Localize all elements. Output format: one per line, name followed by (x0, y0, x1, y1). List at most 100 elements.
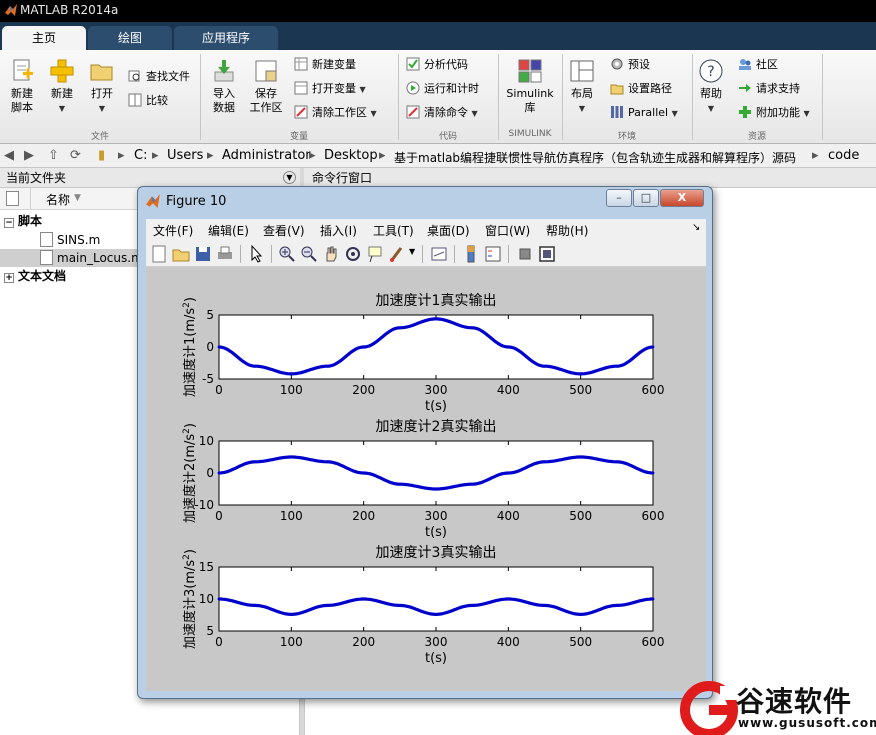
collapse-icon[interactable]: − (4, 218, 14, 228)
pointer-icon[interactable] (246, 244, 266, 264)
data-point (217, 471, 221, 475)
data-point (615, 604, 619, 607)
simulink-library-label: Simulink 库 (506, 87, 554, 114)
file-item-selected[interactable]: main_Locus.m (0, 249, 143, 267)
x-tick-label: 300 (425, 383, 448, 397)
tab-home[interactable]: 主页 (2, 26, 86, 50)
simulink-library-button[interactable]: Simulink 库 (504, 58, 556, 115)
panel-menu-icon[interactable]: ▼ (283, 171, 296, 184)
maximize-button[interactable]: □ (633, 189, 659, 207)
brush-dropdown-icon[interactable]: ▼ (409, 247, 415, 256)
show-plot-tools-icon[interactable] (537, 244, 557, 264)
open-button[interactable]: 打开 ▼ (84, 58, 120, 116)
help-icon: ? (699, 59, 723, 83)
new-button[interactable]: 新建 ▼ (44, 58, 80, 116)
figure-canvas[interactable]: 加速度计1真实输出 0 100 200 300 400 500 600 -5 0 5 t(s) 加速度计… (146, 267, 706, 691)
set-path-button[interactable]: 设置路径 (610, 80, 672, 98)
breadcrumb-item[interactable]: Administrator (222, 148, 311, 163)
save-icon[interactable] (193, 244, 213, 264)
pan-hand-icon[interactable] (321, 244, 341, 264)
data-point (651, 345, 655, 349)
zoom-in-icon[interactable] (277, 244, 297, 264)
help-label: 帮助 (700, 87, 722, 100)
toolbar-separator (454, 245, 455, 263)
menu-help[interactable]: 帮助(H) (546, 222, 588, 239)
file-item[interactable]: SINS.m (40, 231, 140, 249)
zoom-out-icon[interactable] (299, 244, 319, 264)
find-files-button[interactable]: 查找文件 (128, 68, 190, 86)
new-figure-icon[interactable] (149, 244, 169, 264)
breadcrumb-item[interactable]: Desktop (324, 148, 378, 163)
select-all-checkbox[interactable] (6, 191, 19, 206)
breadcrumb-item[interactable]: Users (167, 148, 203, 163)
forward-arrow-icon[interactable]: ▶ (24, 148, 34, 163)
layout-button[interactable]: 布局 ▼ (566, 58, 598, 116)
minimize-button[interactable]: – (606, 189, 632, 207)
menu-insert[interactable]: 插入(I) (320, 222, 357, 239)
menu-tools[interactable]: 工具(T) (373, 222, 414, 239)
rotate-3d-icon[interactable] (343, 244, 363, 264)
layout-label: 布局 (571, 87, 593, 100)
menu-desktop[interactable]: 桌面(D) (427, 222, 470, 239)
y-tick-label: 0 (206, 340, 214, 354)
close-button[interactable]: X (660, 189, 704, 207)
run-and-time-button[interactable]: 运行和计时 (406, 80, 479, 98)
menu-edit[interactable]: 编辑(E) (208, 222, 249, 239)
clear-workspace-button[interactable]: 清除工作区 ▼ (294, 104, 377, 122)
name-column-header[interactable]: 名称 (46, 191, 70, 208)
menu-view[interactable]: 查看(V) (263, 222, 305, 239)
add-ons-label: 附加功能 (756, 106, 800, 119)
menu-overflow-icon[interactable]: ↘ (692, 222, 700, 233)
ribbon-separator (562, 54, 563, 140)
new-script-button[interactable]: 新建 脚本 (4, 58, 40, 115)
analyze-code-button[interactable]: 分析代码 (406, 56, 468, 74)
expand-icon[interactable]: + (4, 273, 14, 283)
x-tick-label: 500 (569, 509, 592, 523)
data-point (506, 345, 510, 349)
hide-plot-tools-icon[interactable] (515, 244, 535, 264)
open-variable-button[interactable]: 打开变量 ▼ (294, 80, 366, 98)
data-point (434, 487, 438, 491)
menu-window[interactable]: 窗口(W) (485, 222, 530, 239)
help-button[interactable]: ? 帮助 ▼ (696, 58, 726, 116)
clear-commands-button[interactable]: 清除命令 ▼ (406, 104, 478, 122)
print-icon[interactable] (215, 244, 235, 264)
data-cursor-icon[interactable] (365, 244, 385, 264)
y-tick-label: 10 (199, 592, 214, 606)
breadcrumb-item[interactable]: C: (134, 148, 147, 163)
add-ons-button[interactable]: 附加功能 ▼ (738, 104, 810, 122)
import-data-button[interactable]: 导入 数据 (206, 58, 242, 115)
run-and-time-icon (406, 81, 420, 95)
preferences-button[interactable]: 预设 (610, 56, 650, 74)
menu-file[interactable]: 文件(F) (153, 222, 193, 239)
breadcrumb-item[interactable]: 基于matlab编程捷联惯性导航仿真程序（包含轨迹生成器和解算程序）源码 (394, 149, 796, 166)
file-group-label: 文件 (90, 132, 109, 142)
colorbar-icon[interactable] (461, 244, 481, 264)
x-tick-label: 600 (642, 383, 665, 397)
parallel-button[interactable]: Parallel ▼ (610, 104, 678, 122)
link-plot-icon[interactable] (429, 244, 449, 264)
new-variable-button[interactable]: 新建变量 (294, 56, 356, 74)
brush-icon[interactable] (387, 244, 407, 264)
import-data-icon (214, 60, 234, 82)
clear-workspace-label: 清除工作区 (312, 106, 367, 119)
community-button[interactable]: 社区 (738, 56, 778, 74)
compare-button[interactable]: 比较 (128, 92, 168, 110)
browse-folder-icon[interactable]: ⟳ (70, 148, 81, 163)
save-workspace-button[interactable]: 保存 工作区 (246, 58, 286, 115)
tab-apps[interactable]: 应用程序 (174, 26, 278, 50)
x-tick-label: 0 (215, 509, 223, 523)
up-folder-icon[interactable]: ⇧ (48, 148, 59, 163)
tab-plots[interactable]: 绘图 (88, 26, 172, 50)
matlab-logo-icon (5, 4, 17, 16)
request-support-button[interactable]: 请求支持 (738, 80, 800, 98)
data-point (217, 597, 221, 601)
back-arrow-icon[interactable]: ◀ (4, 148, 14, 163)
crumb-separator-icon: ▸ (309, 148, 316, 163)
section-text-docs[interactable]: + 文本文档 (4, 267, 66, 285)
open-file-icon[interactable] (171, 244, 191, 264)
request-support-icon (739, 84, 751, 92)
section-scripts[interactable]: − 脚本 (4, 212, 42, 230)
breadcrumb-item[interactable]: code (828, 148, 859, 163)
legend-icon[interactable] (483, 244, 503, 264)
